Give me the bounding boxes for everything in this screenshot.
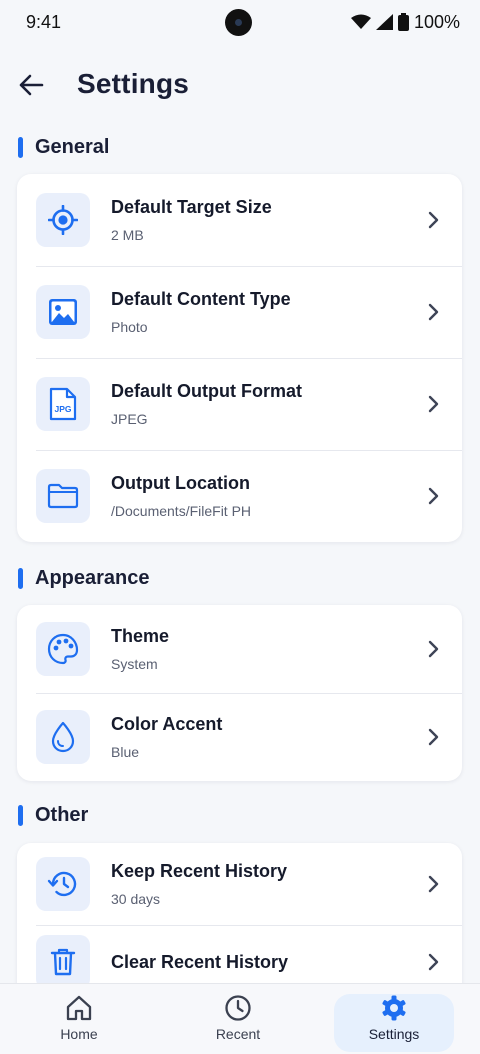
setting-title: Color Accent: [111, 714, 223, 734]
image-icon: [36, 285, 90, 339]
home-icon: [66, 995, 92, 1021]
gear-icon: [382, 995, 406, 1021]
setting-value: Photo: [111, 319, 148, 335]
page-title: Settings: [77, 68, 190, 99]
nav-home[interactable]: Home: [19, 994, 139, 1052]
section-title: Appearance: [35, 567, 150, 589]
section-header-general: General: [18, 136, 109, 159]
status-icons: 100%: [350, 11, 460, 33]
bottom-navigation: Home Recent Settings: [0, 983, 480, 1054]
setting-title: Keep Recent History: [111, 861, 288, 881]
battery-icon: [397, 13, 409, 31]
setting-value: 2 MB: [111, 227, 144, 243]
jpg-file-icon: JPG: [36, 377, 90, 431]
section-title: General: [35, 136, 110, 158]
setting-title: Default Output Format: [111, 381, 302, 401]
chevron-right-icon: [428, 303, 440, 321]
setting-keep-recent-history[interactable]: Keep Recent History 30 days: [17, 843, 462, 925]
section-accent-bar: [18, 805, 23, 826]
nav-label: Settings: [368, 1026, 420, 1042]
wifi-icon: [350, 14, 371, 29]
section-accent-bar: [18, 568, 23, 589]
setting-title: Default Content Type: [111, 289, 291, 309]
arrow-left-icon: [19, 74, 44, 96]
setting-default-output-format[interactable]: JPG Default Output Format JPEG: [17, 358, 462, 450]
general-settings-card: Default Target Size 2 MB Default Content…: [17, 174, 462, 542]
folder-icon: [36, 469, 90, 523]
setting-value: 30 days: [111, 891, 161, 907]
droplet-icon: [36, 710, 90, 764]
appearance-settings-card: Theme System Color Accent Blue: [17, 605, 462, 781]
setting-value: JPEG: [111, 411, 148, 427]
setting-value: System: [111, 656, 158, 672]
jpg-label: JPG: [54, 404, 71, 414]
setting-default-target-size[interactable]: Default Target Size 2 MB: [17, 174, 462, 266]
section-title: Other: [35, 804, 89, 826]
front-camera: [225, 9, 252, 36]
chevron-right-icon: [428, 875, 440, 893]
setting-default-content-type[interactable]: Default Content Type Photo: [17, 266, 462, 358]
clock-icon: [225, 995, 251, 1021]
nav-label: Home: [60, 1026, 98, 1042]
signal-icon: [375, 14, 393, 30]
status-time: 9:41: [26, 11, 62, 32]
nav-recent[interactable]: Recent: [178, 994, 298, 1052]
setting-title: Default Target Size: [111, 197, 272, 217]
chevron-right-icon: [428, 640, 440, 658]
history-icon: [36, 857, 90, 911]
chevron-right-icon: [428, 395, 440, 413]
setting-value: /Documents/FileFit PH: [111, 503, 252, 519]
nav-label: Recent: [215, 1026, 261, 1042]
chevron-right-icon: [428, 211, 440, 229]
back-button[interactable]: [14, 68, 48, 102]
nav-settings[interactable]: Settings: [334, 994, 454, 1052]
setting-theme[interactable]: Theme System: [17, 605, 462, 693]
target-icon: [36, 193, 90, 247]
battery-percent: 100%: [413, 11, 460, 32]
section-header-appearance: Appearance: [18, 567, 150, 590]
section-accent-bar: [18, 137, 23, 158]
setting-color-accent[interactable]: Color Accent Blue: [17, 693, 462, 781]
chevron-right-icon: [428, 728, 440, 746]
setting-title: Output Location: [111, 473, 250, 493]
trash-icon: [36, 935, 90, 989]
palette-icon: [36, 622, 90, 676]
setting-title: Theme: [111, 626, 170, 646]
section-header-other: Other: [18, 804, 88, 827]
setting-value: Blue: [111, 744, 140, 760]
chevron-right-icon: [428, 953, 440, 971]
setting-title: Clear Recent History: [111, 951, 289, 972]
setting-output-location[interactable]: Output Location /Documents/FileFit PH: [17, 450, 462, 542]
chevron-right-icon: [428, 487, 440, 505]
app-bar: Settings: [0, 58, 480, 110]
